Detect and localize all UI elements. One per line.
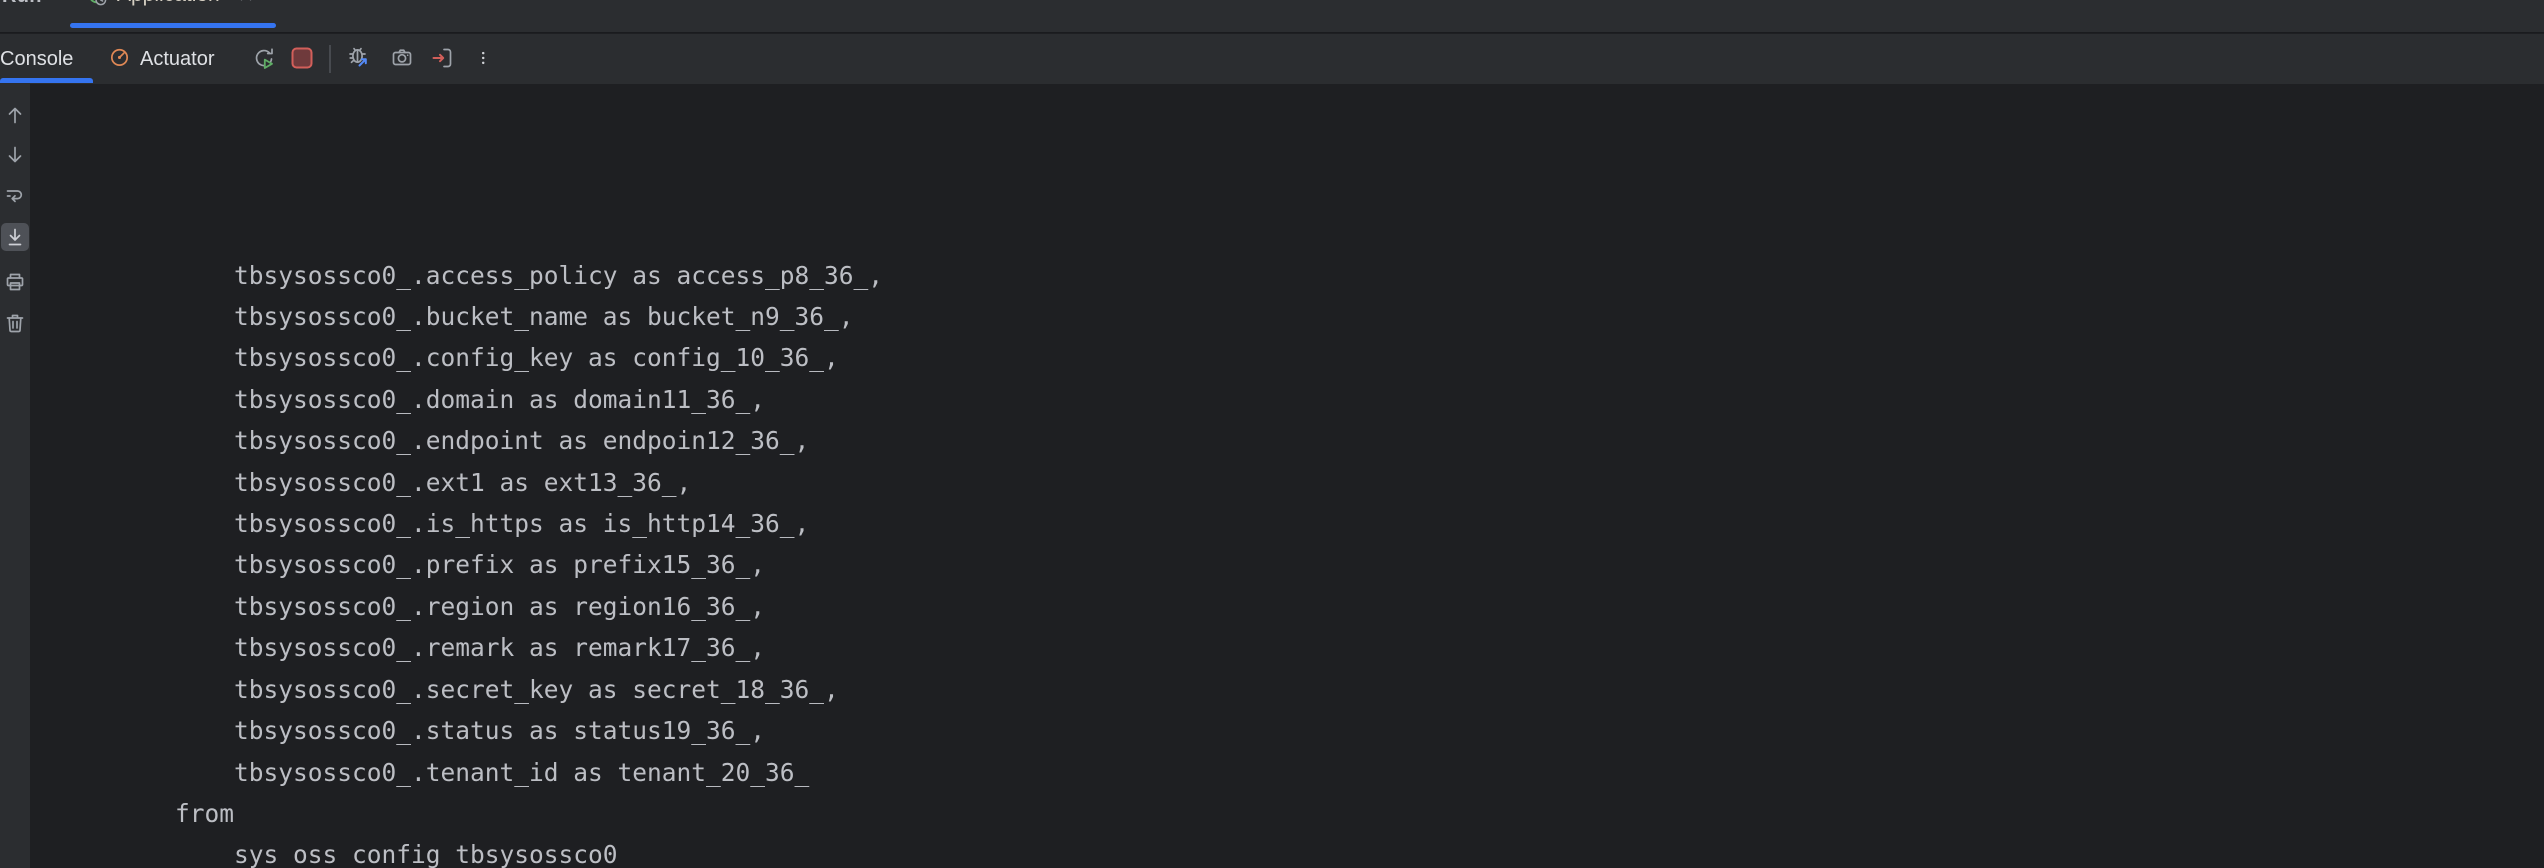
rerun-button[interactable] [251, 45, 277, 71]
console-line: tbsysossco0_.domain as domain11_36_, [57, 379, 2544, 420]
console-line: tbsysossco0_.endpoint as endpoin12_36_, [57, 420, 2544, 461]
console-segment-default: tbsysossco0_.tenant_id as tenant_20_36_ [57, 758, 809, 787]
run-tab-bar: Run Application [0, 0, 2544, 33]
console-tab-underline [0, 78, 93, 83]
soft-wrap-icon [3, 184, 27, 208]
tab-console[interactable]: Console [0, 34, 73, 84]
stop-icon [289, 45, 315, 71]
close-icon[interactable] [237, 0, 255, 4]
actuator-icon [108, 45, 131, 73]
stop-button[interactable] [289, 45, 315, 71]
console-line: tbsysossco0_.secret_key as secret_18_36_… [57, 669, 2544, 710]
up-the-stack-trace-button[interactable] [3, 103, 27, 127]
console-partial-line-clip: tbsysossco0_.access_key as access_k7_36_… [57, 167, 2544, 172]
console-line: tbsysossco0_.ext1 as ext13_36_, [57, 462, 2544, 503]
console-segment-default: from [57, 799, 234, 828]
rerun-icon [251, 45, 277, 71]
console-line: tbsysossco0_.config_key as config_10_36_… [57, 337, 2544, 378]
arrow-down-icon [3, 143, 27, 167]
console-segment-default: tbsysossco0_.region as region16_36_, [57, 592, 765, 621]
print-button[interactable] [3, 270, 27, 294]
tab-actuator-label: Actuator [140, 48, 214, 71]
console-segment-default: tbsysossco0_.remark as remark17_36_, [57, 633, 765, 662]
run-tab-title: Application [117, 0, 220, 7]
console-segment-default: sys_oss_config tbsysossco0_ [57, 840, 632, 868]
console-segment-default: tbsysossco0_.bucket_name as bucket_n9_36… [57, 302, 854, 331]
console-line: tbsysossco0_.access_policy as access_p8_… [57, 255, 2544, 296]
scroll-to-end-icon [3, 225, 27, 249]
kebab-menu-icon [477, 45, 495, 71]
console-segment-default: tbsysossco0_.status as status19_36_, [57, 716, 765, 745]
run-tab-application[interactable]: Application [85, 0, 255, 7]
tab-actuator[interactable]: Actuator [108, 34, 214, 84]
camera-icon [389, 45, 415, 71]
exit-icon [429, 45, 455, 71]
console-line: from [57, 793, 2544, 834]
printer-icon [3, 270, 27, 294]
tool-window-title: Run [2, 0, 42, 8]
console-line: tbsysossco0_.bucket_name as bucket_n9_36… [57, 296, 2544, 337]
console-line: tbsysossco0_.region as region16_36_, [57, 586, 2544, 627]
soft-wrap-button[interactable] [3, 184, 27, 208]
console-gutter [0, 84, 30, 868]
bug-arrow-icon [346, 45, 372, 71]
console-segment-default: tbsysossco0_.config_key as config_10_36_… [57, 343, 839, 372]
attach-debugger-button[interactable] [346, 45, 372, 71]
toolbar-separator [329, 45, 331, 73]
trash-icon [3, 311, 27, 335]
running-application-icon [85, 0, 108, 7]
active-tab-underline [70, 23, 276, 28]
console-segment-default: tbsysossco0_.ext1 as ext13_36_, [57, 468, 691, 497]
console-lines: tbsysossco0_.access_policy as access_p8_… [57, 255, 2544, 868]
clear-all-button[interactable] [3, 311, 27, 335]
arrow-up-icon [3, 103, 27, 127]
console-output[interactable]: tbsysossco0_.access_key as access_k7_36_… [30, 84, 2544, 868]
console-segment-default: tbsysossco0_.is_https as is_http14_36_, [57, 509, 809, 538]
tab-console-label: Console [0, 48, 73, 71]
down-the-stack-trace-button[interactable] [3, 143, 27, 167]
console-segment-default: tbsysossco0_.endpoint as endpoin12_36_, [57, 426, 809, 455]
console-line: tbsysossco0_.status as status19_36_, [57, 710, 2544, 751]
more-options-button[interactable] [477, 45, 495, 71]
console-line: sys_oss_config tbsysossco0_ [57, 834, 2544, 868]
scroll-to-end-button[interactable] [3, 225, 27, 249]
console-segment-default: tbsysossco0_.secret_key as secret_18_36_… [57, 675, 839, 704]
console-line: tbsysossco0_.is_https as is_http14_36_, [57, 503, 2544, 544]
console-line: tbsysossco0_.prefix as prefix15_36_, [57, 544, 2544, 585]
console-line: tbsysossco0_.tenant_id as tenant_20_36_ [57, 752, 2544, 793]
console-segment-default: tbsysossco0_.prefix as prefix15_36_, [57, 550, 765, 579]
console-segment-default: tbsysossco0_.access_policy as access_p8_… [57, 261, 883, 290]
thread-dump-button[interactable] [389, 45, 415, 71]
console-line: tbsysossco0_.remark as remark17_36_, [57, 627, 2544, 668]
run-tool-window: Run Application Console [0, 0, 2544, 868]
console-segment-default: tbsysossco0_.domain as domain11_36_, [57, 385, 765, 414]
console-toolbar: Console Actuator [0, 34, 2544, 84]
exit-button[interactable] [429, 45, 455, 71]
